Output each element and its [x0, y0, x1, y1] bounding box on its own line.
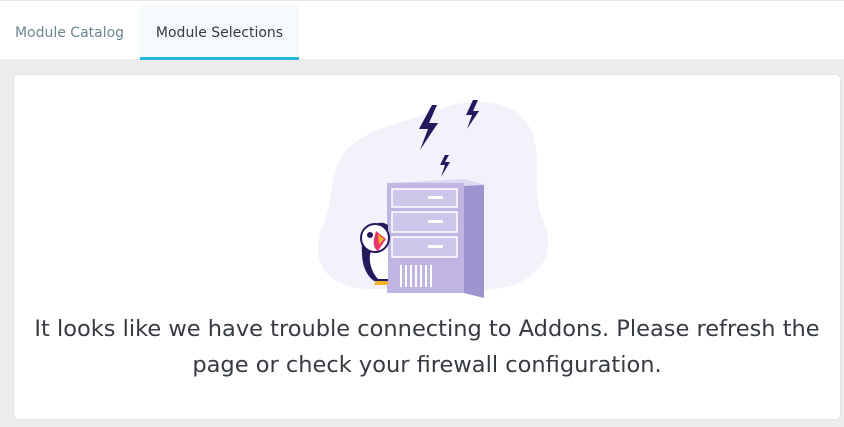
tab-bar: Module Catalog Module Selections: [0, 0, 844, 60]
tab-module-selections-label: Module Selections: [155, 24, 284, 41]
tab-module-selections[interactable]: Module Selections: [140, 5, 299, 60]
tab-module-catalog-label: Module Catalog: [14, 24, 125, 41]
connection-error-card: It looks like we have trouble connecting…: [14, 75, 840, 419]
connection-error-message: It looks like we have trouble connecting…: [34, 316, 820, 378]
server-disconnected-puffin-icon: [317, 100, 549, 298]
tab-module-catalog[interactable]: Module Catalog: [0, 5, 139, 60]
